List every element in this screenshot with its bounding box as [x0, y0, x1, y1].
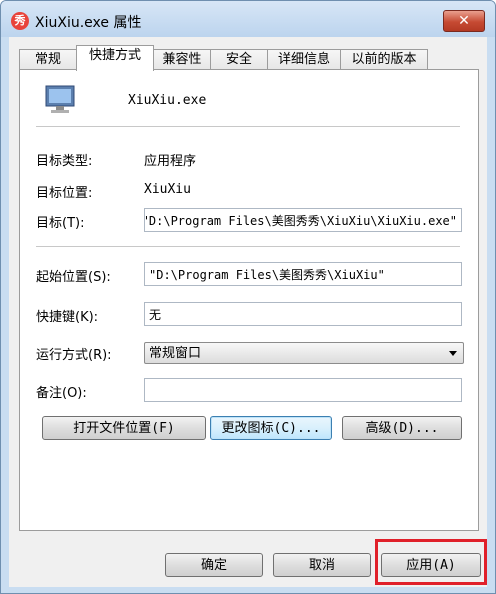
tab-previous-versions[interactable]: 以前的版本 — [340, 49, 428, 70]
target-field-text: "D:\Program Files\美图秀秀\XiuXiu\XiuXiu.exe… — [144, 214, 457, 228]
open-file-location-button[interactable]: 打开文件位置(F) — [42, 416, 206, 440]
separator-middle — [36, 246, 460, 247]
title-bar[interactable]: 秀 XiuXiu.exe 属性 ✕ — [1, 1, 495, 37]
target-type-value: 应用程序 — [144, 154, 197, 169]
cancel-button[interactable]: 取消 — [273, 553, 371, 577]
tab-shortcut[interactable]: 快捷方式 — [76, 45, 154, 71]
start-in-field[interactable]: "D:\Program Files\美图秀秀\XiuXiu" — [144, 262, 462, 286]
target-label: 目标(T): — [36, 216, 85, 231]
start-in-label: 起始位置(S): — [36, 270, 111, 285]
shortcut-key-label: 快捷键(K): — [36, 310, 99, 325]
tab-general[interactable]: 常规 — [19, 49, 77, 70]
ok-button[interactable]: 确定 — [165, 553, 263, 577]
separator-top — [36, 126, 460, 127]
properties-dialog: 秀 XiuXiu.exe 属性 ✕ 常规 快捷方式 兼容性 安全 详细信息 以前… — [0, 0, 496, 594]
tab-details[interactable]: 详细信息 — [267, 49, 341, 70]
run-dropdown[interactable]: 常规窗口 — [144, 342, 464, 364]
target-type-label: 目标类型: — [36, 154, 93, 169]
change-icon-button[interactable]: 更改图标(C)... — [210, 416, 332, 440]
run-dropdown-value: 常规窗口 — [149, 346, 202, 361]
comment-field[interactable] — [144, 378, 462, 402]
apply-highlight-box — [375, 539, 487, 585]
comment-label: 备注(O): — [36, 386, 87, 401]
target-location-value: XiuXiu — [144, 182, 191, 197]
shortcut-key-field[interactable]: 无 — [144, 302, 462, 326]
app-icon: 秀 — [11, 12, 29, 30]
target-field[interactable]: "D:\Program Files\美图秀秀\XiuXiu\XiuXiu.exe… — [144, 208, 462, 232]
chevron-down-icon — [449, 351, 457, 356]
close-button[interactable]: ✕ — [443, 10, 485, 32]
window-title: XiuXiu.exe 属性 — [35, 15, 142, 31]
dialog-client: 常规 快捷方式 兼容性 安全 详细信息 以前的版本 XiuXiu.exe 目标类… — [9, 37, 487, 587]
tab-security[interactable]: 安全 — [210, 49, 268, 70]
program-icon — [45, 85, 75, 113]
shortcut-panel: XiuXiu.exe 目标类型: 应用程序 目标位置: XiuXiu 目标(T)… — [19, 69, 479, 531]
tab-compatibility[interactable]: 兼容性 — [153, 49, 211, 70]
target-location-label: 目标位置: — [36, 186, 93, 201]
shortcut-name: XiuXiu.exe — [128, 93, 207, 108]
advanced-button[interactable]: 高级(D)... — [342, 416, 462, 440]
run-label: 运行方式(R): — [36, 348, 112, 363]
